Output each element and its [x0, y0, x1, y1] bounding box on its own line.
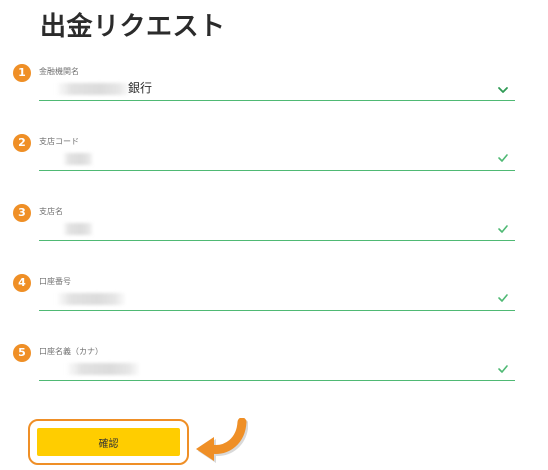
- field-bank-name: 1 金融機関名 銀行: [0, 64, 548, 104]
- field-branch-code: 2 支店コード: [0, 134, 548, 174]
- account-number-input[interactable]: [39, 287, 515, 311]
- check-icon: [498, 154, 508, 162]
- branch-code-input[interactable]: [39, 147, 515, 171]
- redacted-value: [63, 223, 93, 235]
- chevron-down-icon[interactable]: [497, 85, 509, 95]
- field-branch-name: 3 支店名: [0, 204, 548, 244]
- page-title: 出金リクエスト: [40, 12, 226, 42]
- step-badge-4: 4: [13, 274, 31, 292]
- step-badge-1: 1: [13, 64, 31, 82]
- step-badge-3: 3: [13, 204, 31, 222]
- field-account-number: 4 口座番号: [0, 274, 548, 314]
- account-holder-kana-input[interactable]: [39, 357, 515, 381]
- bank-name-value-suffix: 銀行: [128, 81, 153, 95]
- redacted-value: [57, 293, 125, 305]
- redacted-value: [57, 83, 129, 95]
- branch-name-input[interactable]: [39, 217, 515, 241]
- confirm-button-highlight: 確認: [28, 419, 189, 465]
- confirm-button[interactable]: 確認: [37, 428, 180, 456]
- step-badge-5: 5: [13, 344, 31, 362]
- curved-arrow-left-icon: [196, 418, 248, 463]
- redacted-value: [67, 363, 139, 375]
- bank-name-select[interactable]: 銀行: [39, 77, 515, 101]
- check-icon: [498, 294, 508, 302]
- withdrawal-request-page: 出金リクエスト 1 金融機関名 銀行 2 支店コード 3 支店名 4 口座番号 …: [0, 0, 548, 470]
- step-badge-2: 2: [13, 134, 31, 152]
- check-icon: [498, 365, 508, 373]
- field-account-holder-kana: 5 口座名義（カナ）: [0, 344, 548, 384]
- check-icon: [498, 225, 508, 233]
- redacted-value: [63, 153, 93, 165]
